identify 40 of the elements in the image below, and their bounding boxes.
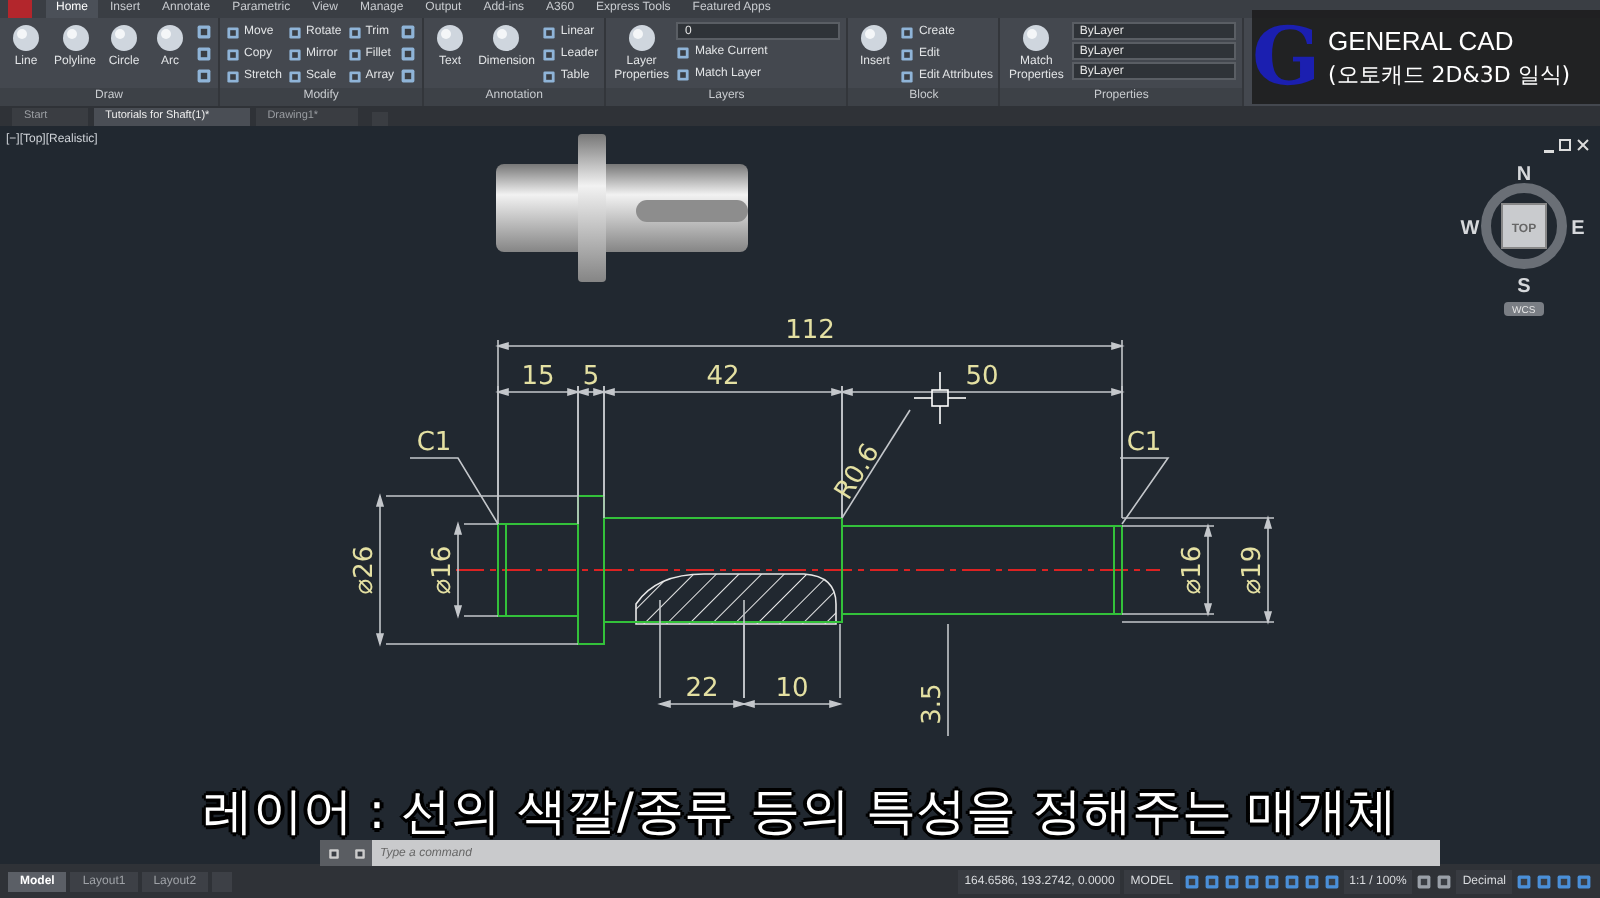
logo-letter: G (1252, 13, 1320, 101)
leader-line (409, 457, 499, 525)
tool-icon (490, 22, 523, 54)
tool-icon (434, 22, 467, 54)
tool-icon (154, 22, 187, 54)
restore-icon[interactable] (1559, 139, 1571, 151)
logo-title: GENERAL CAD (1328, 25, 1516, 55)
dimension-text: 3.5 (918, 683, 948, 725)
subtitle-caption: 레이어 : 선의 색깔/종류 등의 특성을 정해주는 매개체 (200, 780, 1400, 844)
tool-icon (108, 22, 141, 54)
dimension-text: 22 (685, 674, 719, 704)
dimension-text: 50 (965, 362, 999, 392)
compass-label[interactable]: S (1517, 276, 1531, 298)
tool-icon (10, 22, 42, 54)
compass-label[interactable]: N (1516, 164, 1532, 186)
dimension-text: 42 (706, 362, 740, 392)
compass-label[interactable]: E (1571, 218, 1585, 240)
tool-icon (59, 22, 91, 54)
dimension-line (741, 623, 843, 709)
viewcube-ring[interactable] (1481, 183, 1567, 269)
tool-icon (625, 22, 658, 54)
dimension-text: ⌀16 (1178, 545, 1208, 595)
dimension-line (657, 599, 747, 709)
dimension-text: 112 (785, 316, 835, 346)
dimension-text: ⌀26 (350, 545, 380, 595)
compass-label[interactable]: W (1460, 218, 1480, 240)
dimension-text: 10 (775, 674, 809, 704)
dimension-text: 15 (521, 362, 555, 392)
dimension-text: 5 (582, 362, 600, 392)
dimension-text: C1 (416, 428, 452, 458)
coordinate-system-badge[interactable] (1504, 302, 1544, 316)
crosshair-cursor-icon (913, 371, 967, 425)
dimension-text: ⌀16 (428, 545, 458, 595)
tool-icon (858, 22, 891, 54)
logo-subtitle: (오토캐드 2D&3D 일식) (1328, 59, 1571, 89)
tool-icon (1020, 22, 1053, 54)
leader-line (1119, 457, 1170, 525)
dimension-line (947, 623, 949, 737)
dimension-text: ⌀19 (1238, 545, 1268, 595)
dimension-text: C1 (1126, 428, 1162, 458)
